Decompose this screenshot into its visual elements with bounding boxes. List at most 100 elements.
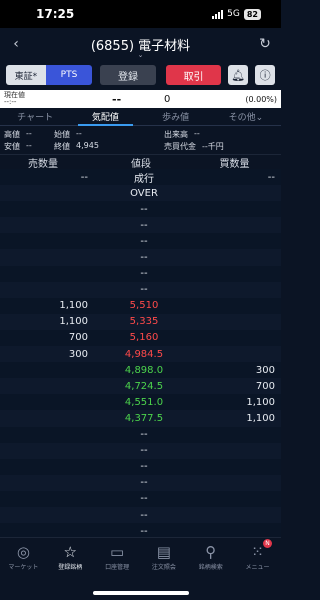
stock-info: 高値 -- 始値 -- 出来高 -- 安値 -- 終値 4,945 売買代金 --千円: [0, 126, 281, 154]
board-row[interactable]: -- 成行 --: [0, 169, 281, 186]
low-value: --: [26, 140, 32, 150]
board-row[interactable]: 700 5,160: [0, 329, 281, 347]
sell-qty: 1,100: [59, 300, 88, 312]
board-row[interactable]: 4,898.0 300: [0, 362, 281, 379]
price-level[interactable]: --: [90, 284, 190, 295]
price-level[interactable]: --: [90, 220, 190, 231]
bottom-nav: ◎ マーケット ☆ 登録銘柄 ▭ 口座管理 ▤ 注文照会 ⚲ 銘柄検索 ⁙ メニュー N: [0, 537, 281, 577]
nav-item[interactable]: ▭ 口座管理: [94, 538, 141, 577]
board-row[interactable]: --: [0, 217, 281, 234]
nav-label: メニュー: [245, 564, 270, 571]
buy-qty: 300: [255, 364, 275, 376]
board-row[interactable]: --: [0, 249, 281, 266]
board-row[interactable]: --: [0, 442, 281, 459]
buy-qty: 1,100: [246, 412, 275, 424]
market-tse-button[interactable]: 東証*: [6, 65, 46, 85]
price-level[interactable]: --: [90, 204, 190, 215]
high-value: --: [26, 128, 32, 138]
open-label: 始値: [54, 129, 70, 139]
board-row[interactable]: 4,551.0 1,100: [0, 394, 281, 411]
open-value: --: [76, 128, 82, 138]
price-header: 値段: [131, 158, 151, 170]
back-chevron-icon[interactable]: ‹: [8, 36, 24, 52]
low-label: 安値: [4, 141, 20, 151]
price-level[interactable]: --: [90, 477, 190, 488]
price-level[interactable]: --: [90, 252, 190, 263]
status-time: 17:25: [36, 7, 75, 21]
chevron-down-icon[interactable]: ⌄: [138, 51, 144, 59]
price-level[interactable]: --: [90, 236, 190, 247]
price-level[interactable]: --: [90, 493, 190, 504]
board-row[interactable]: --: [0, 281, 281, 298]
info-icon[interactable]: ⓘ: [255, 65, 275, 85]
bell-icon[interactable]: 🔔︎: [228, 65, 249, 85]
title-bar: ‹ (6855) 電子材料 ⌄ ↻: [0, 28, 281, 60]
tab-bar: チャート 気配値 歩み値 その他⌄: [0, 108, 281, 126]
price-level[interactable]: 4,984.5: [90, 349, 190, 360]
price-level[interactable]: --: [90, 461, 190, 472]
price-level[interactable]: 5,160: [90, 332, 190, 343]
nav-item[interactable]: ⚲ 銘柄検索: [187, 538, 234, 577]
price-level[interactable]: 4,551.0: [90, 397, 190, 408]
price-level[interactable]: 4,377.5: [90, 413, 190, 424]
sell-qty: 1,100: [59, 316, 88, 328]
nav-label: 口座管理: [105, 564, 130, 571]
board-row[interactable]: --: [0, 201, 281, 218]
price-level[interactable]: 成行: [90, 170, 190, 185]
buy-qty-header: 買数量: [219, 158, 250, 170]
price-level[interactable]: --: [90, 268, 190, 279]
status-bar: 17:25 5G 82: [0, 0, 281, 28]
board-header: 売数量 値段 買数量: [0, 154, 281, 170]
price-level[interactable]: OVER: [90, 188, 190, 199]
board-row[interactable]: 4,724.5 700: [0, 378, 281, 395]
board-row[interactable]: 1,100 5,510: [0, 297, 281, 314]
board-row[interactable]: --: [0, 474, 281, 491]
board-row[interactable]: --: [0, 458, 281, 475]
nav-label: 注文照会: [151, 564, 176, 571]
current-price-row: 現在値 --:-- -- 0 (0.00%): [0, 90, 281, 108]
board-row[interactable]: 1,100 5,335: [0, 313, 281, 330]
tab-trades[interactable]: 歩み値: [141, 108, 211, 125]
price-level[interactable]: 5,335: [90, 316, 190, 327]
turnover-label: 売買代金: [164, 141, 196, 151]
nav-item[interactable]: ☆ 登録銘柄: [47, 538, 94, 577]
volume-label: 出来高: [164, 129, 188, 139]
price-level[interactable]: 4,898.0: [90, 365, 190, 376]
refresh-icon[interactable]: ↻: [257, 36, 273, 52]
price-level[interactable]: 4,724.5: [90, 381, 190, 392]
tab-other[interactable]: その他⌄: [211, 108, 281, 125]
nav-item[interactable]: ⁙ メニュー N: [234, 538, 281, 577]
volume-value: --: [194, 128, 200, 138]
high-label: 高値: [4, 129, 20, 139]
price-level[interactable]: --: [90, 445, 190, 456]
nav-item[interactable]: ◎ マーケット: [0, 538, 47, 577]
battery-icon: 82: [243, 8, 261, 20]
close-label: 終値: [54, 141, 70, 151]
nav-label: マーケット: [8, 564, 39, 571]
market-pts-button[interactable]: PTS: [45, 65, 93, 85]
price-level[interactable]: 5,510: [90, 300, 190, 311]
register-button[interactable]: 登録: [100, 65, 156, 85]
board-row[interactable]: --: [0, 490, 281, 507]
board-row[interactable]: OVER: [0, 185, 281, 202]
tab-quotes[interactable]: 気配値: [70, 108, 140, 126]
buy-qty: --: [267, 171, 275, 183]
turnover-value: --千円: [202, 141, 224, 151]
board-row[interactable]: --: [0, 233, 281, 250]
sell-qty: 700: [68, 332, 88, 344]
price-level[interactable]: --: [90, 526, 190, 537]
sell-qty-header: 売数量: [28, 158, 58, 170]
board-row[interactable]: 300 4,984.5: [0, 346, 281, 363]
current-price-value: --: [112, 92, 122, 106]
board-row[interactable]: --: [0, 426, 281, 443]
board-row[interactable]: --: [0, 265, 281, 282]
price-level[interactable]: --: [90, 510, 190, 521]
nav-item[interactable]: ▤ 注文照会: [140, 538, 187, 577]
trade-button[interactable]: 取引: [165, 65, 222, 85]
board-row[interactable]: 4,377.5 1,100: [0, 410, 281, 427]
globe-icon: ◎: [16, 543, 30, 561]
tab-chart[interactable]: チャート: [0, 108, 70, 125]
board-row[interactable]: --: [0, 506, 281, 524]
buy-qty: 700: [255, 380, 275, 392]
price-level[interactable]: --: [90, 429, 190, 440]
